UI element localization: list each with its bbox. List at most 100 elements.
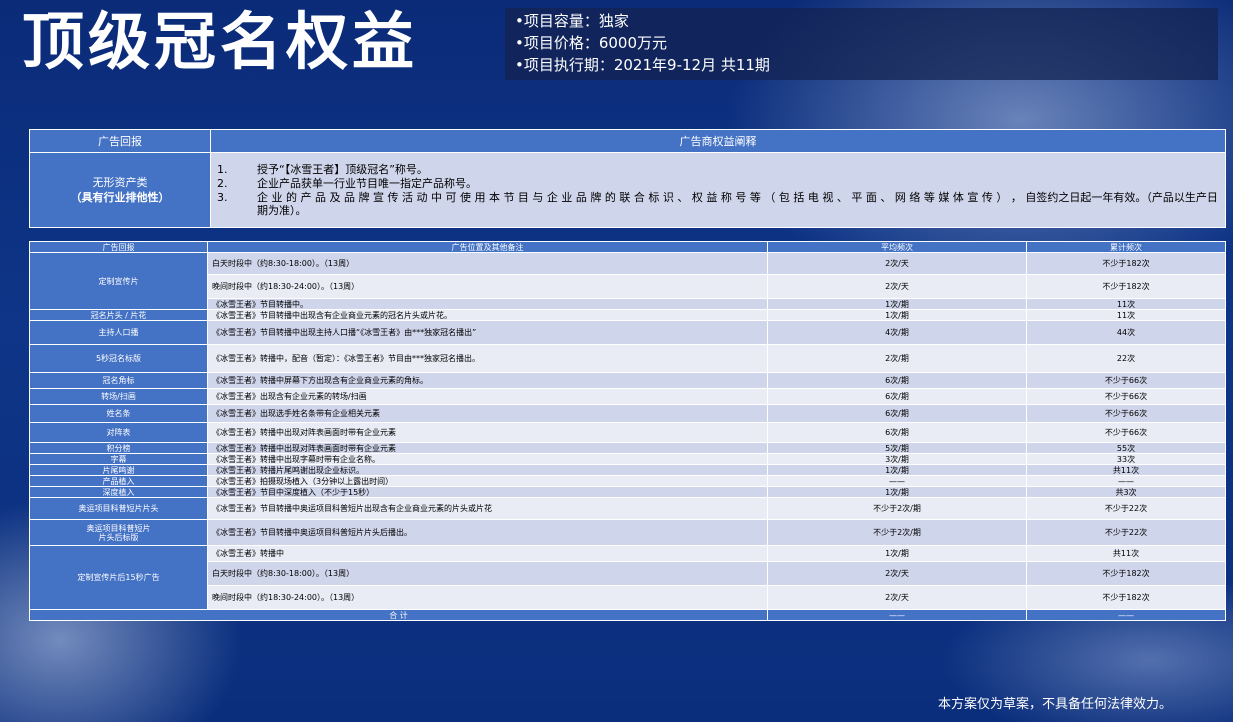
row-position-note: 白天时段中（约8:30-18:00）。（13周） [207, 561, 768, 586]
row-avg-frequency: 1次/期 [767, 464, 1027, 476]
rights-category-note: （具有行业排他性） [70, 191, 170, 204]
row-total-frequency: 共11次 [1026, 545, 1226, 562]
info-period: •项目执行期：2021年9-12月 共11期 [515, 56, 770, 74]
row-position-note: 《冰雪王者》转播中出现对阵表画面时带有企业元素 [207, 422, 768, 443]
row-total-frequency: 不少于66次 [1026, 404, 1226, 423]
row-return-label: 5秒冠名标版 [29, 344, 208, 373]
total-label: 合 计 [29, 609, 768, 621]
row-avg-frequency: 6次/期 [767, 372, 1027, 389]
total-row: 合 计 —— —— [29, 609, 1226, 621]
row-avg-frequency: 2次/期 [767, 344, 1027, 373]
total-avg-frequency: —— [767, 609, 1027, 621]
row-return-label: 深度植入 [29, 486, 208, 498]
table-row: 产品植入 《冰雪王者》拍摄现场植入（3分钟以上露出时间） —— —— [29, 475, 1226, 487]
row-total-frequency: 不少于182次 [1026, 252, 1226, 275]
rights-header-return: 广告回报 [29, 129, 211, 153]
table-row: 奥运项目科普短片片头 《冰雪王者》节目转播中奥运项目科普短片出现含有企业商业元素的… [29, 497, 1226, 520]
row-total-frequency: 33次 [1026, 453, 1226, 465]
table-row: 深度植入 《冰雪王者》节目中深度植入（不少于15秒） 1次/期 共3次 [29, 486, 1226, 498]
row-avg-frequency: 不少于2次/期 [767, 519, 1027, 546]
row-position-note: 《冰雪王者》转播中出现对阵表画面时带有企业元素 [207, 442, 768, 454]
row-avg-frequency: 2次/天 [767, 252, 1027, 275]
total-total-frequency: —— [1026, 609, 1226, 621]
row-avg-frequency: 1次/期 [767, 298, 1027, 310]
row-position-note: 《冰雪王者》拍摄现场植入（3分钟以上露出时间） [207, 475, 768, 487]
row-total-frequency: —— [1026, 475, 1226, 487]
row-position-note: 《冰雪王者》转播中 [207, 545, 768, 562]
row-return-label: 奥运项目科普短片 片头后标版 [29, 519, 208, 546]
row-total-frequency: 不少于22次 [1026, 519, 1226, 546]
row-return-label: 产品植入 [29, 475, 208, 487]
info-capacity: •项目容量：独家 [515, 12, 629, 30]
row-avg-frequency: 2次/天 [767, 561, 1027, 586]
row-position-note: 《冰雪王者》转播中，配音（暂定）：《冰雪王者》节目由***独家冠名播出。 [207, 344, 768, 373]
rights-table: 广告回报 广告商权益阐释 无形资产类 （具有行业排他性） 1. 授予“【冰雪王者】… [29, 129, 1226, 228]
row-return-label: 冠名片头 / 片花 [29, 309, 208, 321]
row-avg-frequency: 4次/期 [767, 320, 1027, 345]
row-avg-frequency: 1次/期 [767, 309, 1027, 321]
table-row: 对阵表 《冰雪王者》转播中出现对阵表画面时带有企业元素 6次/期 不少于66次 [29, 422, 1226, 443]
rights-item-number: 1. [217, 163, 228, 176]
table-row: 晚间时段中（约18:30-24:00）。（13周） 2次/天 不少于182次 [30, 585, 1226, 610]
row-total-frequency: 不少于182次 [1026, 274, 1226, 299]
table-row: 字幕 《冰雪王者》转播中出现字幕时带有企业名称。 3次/期 33次 [29, 453, 1226, 465]
row-return-label: 定制宣传片后15秒广告 [29, 545, 208, 610]
table-row: 积分榜 《冰雪王者》转播中出现对阵表画面时带有企业元素 5次/期 55次 [29, 442, 1226, 454]
rights-item: 3. 企 业 的 产 品 及 品 牌 宣 传 活 动 中 可 使 用 本 节 目 … [215, 191, 1221, 217]
col-header-avg-frequency: 平均频次 [767, 241, 1027, 253]
table-row: 冠名角标 《冰雪王者》转播中屏幕下方出现含有企业商业元素的角标。 6次/期 不少于66… [29, 372, 1226, 389]
row-return-label: 字幕 [29, 453, 208, 465]
row-avg-frequency: 6次/期 [767, 404, 1027, 423]
rights-header-explain: 广告商权益阐释 [210, 129, 1226, 153]
row-return-label: 定制宣传片 [29, 252, 208, 310]
table-row: 转场/扫画 《冰雪王者》出现含有企业元素的转场/扫画 6次/期 不少于66次 [29, 388, 1226, 405]
rights-item-text: 授予“【冰雪王者】顶级冠名”称号。 [257, 163, 428, 176]
row-return-label: 冠名角标 [29, 372, 208, 389]
row-position-note: 白天时段中（约8:30-18:00）。（13周） [207, 252, 768, 275]
row-avg-frequency: 6次/期 [767, 388, 1027, 405]
info-price: •项目价格：6000万元 [515, 34, 668, 52]
ad-return-table: 广告回报 广告位置及其他备注 平均频次 累计频次 定制宣传片 白天时段中（约8:3… [29, 241, 1226, 621]
row-total-frequency: 共11次 [1026, 464, 1226, 476]
row-position-note: 《冰雪王者》节目转播中出现含有企业商业元素的冠名片头或片花。 [207, 309, 768, 321]
row-position-note: 晚间时段中（约18:30-24:00）。（13周） [207, 585, 768, 610]
rights-description: 1. 授予“【冰雪王者】顶级冠名”称号。 2. 企业产品获单一行业节目唯一指定产品称… [210, 152, 1226, 228]
col-header-return: 广告回报 [29, 241, 208, 253]
table-row: 定制宣传片 白天时段中（约8:30-18:00）。（13周） 2次/天 不少于182次 [29, 252, 1226, 310]
table-row: 《冰雪王者》节目转播中。 1次/期 11次 [30, 298, 1226, 310]
ad-return-body: 定制宣传片 白天时段中（约8:30-18:00）。（13周） 2次/天 不少于182次… [29, 252, 1226, 621]
rights-category-name: 无形资产类 [92, 176, 148, 189]
rights-item-number: 2. [217, 177, 228, 190]
row-avg-frequency: 3次/期 [767, 453, 1027, 465]
rights-item-text: 企 业 的 产 品 及 品 牌 宣 传 活 动 中 可 使 用 本 节 目 与 … [257, 191, 1218, 217]
row-position-note: 《冰雪王者》转播中屏幕下方出现含有企业商业元素的角标。 [207, 372, 768, 389]
row-avg-frequency: 2次/天 [767, 585, 1027, 610]
row-total-frequency: 11次 [1026, 298, 1226, 310]
row-total-frequency: 55次 [1026, 442, 1226, 454]
table-row: 冠名片头 / 片花 《冰雪王者》节目转播中出现含有企业商业元素的冠名片头或片花。 1… [29, 309, 1226, 321]
rights-item: 1. 授予“【冰雪王者】顶级冠名”称号。 [215, 163, 1221, 176]
table-row: 主持人口播 《冰雪王者》节目转播中出现主持人口播“《冰雪王者》由***独家冠名播出… [29, 320, 1226, 345]
row-avg-frequency: 2次/天 [767, 274, 1027, 299]
row-position-note: 《冰雪王者》转播片尾鸣谢出现企业标识。 [207, 464, 768, 476]
row-total-frequency: 不少于22次 [1026, 497, 1226, 520]
row-position-note: 《冰雪王者》节目转播中出现主持人口播“《冰雪王者》由***独家冠名播出” [207, 320, 768, 345]
table-row: 姓名条 《冰雪王者》出现选手姓名条带有企业相关元素 6次/期 不少于66次 [29, 404, 1226, 423]
rights-item-text: 企业产品获单一行业节目唯一指定产品称号。 [257, 177, 477, 190]
row-avg-frequency: 5次/期 [767, 442, 1027, 454]
col-header-position: 广告位置及其他备注 [207, 241, 768, 253]
page-title: 顶级冠名权益 [22, 5, 419, 78]
row-total-frequency: 不少于66次 [1026, 388, 1226, 405]
rights-item: 2. 企业产品获单一行业节目唯一指定产品称号。 [215, 177, 1221, 190]
project-info-box: •项目容量：独家 •项目价格：6000万元 •项目执行期：2021年9-12月 … [505, 8, 1218, 80]
row-total-frequency: 22次 [1026, 344, 1226, 373]
table-row: 定制宣传片后15秒广告 《冰雪王者》转播中 1次/期 共11次 [29, 545, 1226, 610]
row-total-frequency: 不少于182次 [1026, 585, 1226, 610]
row-total-frequency: 不少于66次 [1026, 372, 1226, 389]
row-return-label: 转场/扫画 [29, 388, 208, 405]
row-return-label: 主持人口播 [29, 320, 208, 345]
row-total-frequency: 共3次 [1026, 486, 1226, 498]
row-return-label: 片尾鸣谢 [29, 464, 208, 476]
row-total-frequency: 11次 [1026, 309, 1226, 321]
row-position-note: 晚间时段中（约18:30-24:00）。（13周） [207, 274, 768, 299]
